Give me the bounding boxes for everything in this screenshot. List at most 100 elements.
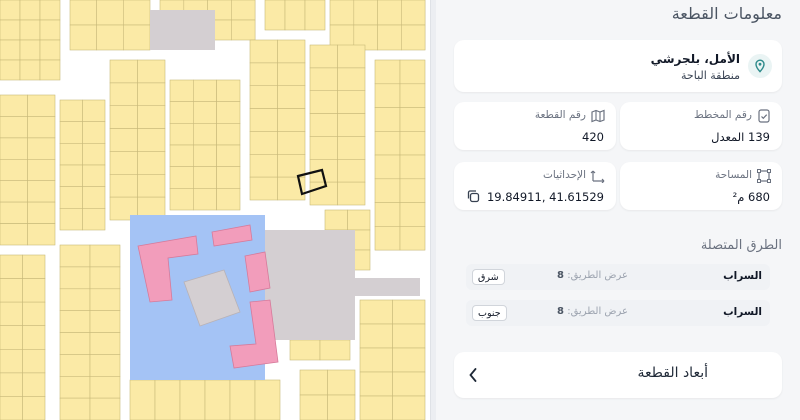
land-parcel[interactable] — [19, 59, 41, 81]
land-parcel[interactable] — [69, 24, 98, 51]
land-parcel[interactable] — [109, 151, 138, 175]
land-parcel[interactable] — [27, 116, 56, 139]
land-parcel[interactable] — [27, 137, 56, 160]
land-parcel[interactable] — [337, 113, 366, 137]
land-parcel[interactable] — [399, 107, 426, 132]
land-parcel[interactable] — [19, 0, 41, 21]
land-parcel[interactable] — [59, 164, 83, 188]
land-parcel[interactable] — [374, 178, 401, 203]
land-parcel[interactable] — [399, 83, 426, 108]
land-parcel[interactable] — [169, 123, 194, 146]
land-parcel[interactable] — [137, 128, 166, 152]
land-parcel[interactable] — [399, 59, 426, 85]
land-parcel[interactable] — [377, 0, 402, 26]
land-parcel[interactable] — [59, 208, 83, 231]
land-parcel[interactable] — [137, 59, 166, 84]
land-parcel[interactable] — [216, 79, 241, 103]
land-parcel[interactable] — [137, 105, 166, 129]
land-parcel[interactable] — [289, 339, 321, 361]
map-canvas[interactable] — [0, 0, 436, 420]
land-parcel[interactable] — [216, 144, 241, 168]
land-parcel[interactable] — [399, 226, 426, 251]
land-parcel[interactable] — [299, 369, 328, 396]
land-parcel[interactable] — [59, 266, 91, 290]
land-parcel[interactable] — [400, 0, 426, 26]
land-parcel[interactable] — [82, 99, 106, 123]
land-parcel[interactable] — [22, 325, 46, 350]
land-parcel[interactable] — [231, 0, 256, 21]
land-parcel[interactable] — [327, 369, 356, 396]
land-parcel[interactable] — [324, 209, 348, 231]
land-parcel[interactable] — [337, 159, 366, 183]
land-parcel[interactable] — [0, 301, 23, 327]
land-parcel[interactable] — [0, 59, 21, 81]
land-parcel[interactable] — [59, 354, 91, 377]
land-parcel[interactable] — [277, 62, 306, 87]
land-parcel[interactable] — [216, 166, 241, 189]
land-parcel[interactable] — [89, 354, 121, 377]
land-parcel[interactable] — [129, 379, 156, 420]
land-parcel[interactable] — [123, 24, 151, 51]
land-parcel[interactable] — [193, 166, 217, 189]
land-parcel[interactable] — [337, 90, 366, 114]
land-parcel[interactable] — [392, 371, 426, 397]
land-parcel[interactable] — [399, 202, 426, 227]
land-parcel[interactable] — [22, 301, 46, 327]
land-parcel[interactable] — [0, 159, 28, 182]
land-parcel[interactable] — [249, 176, 278, 201]
land-parcel[interactable] — [22, 396, 46, 420]
land-parcel[interactable] — [216, 188, 241, 211]
land-parcel[interactable] — [123, 0, 151, 26]
land-parcel[interactable] — [193, 79, 217, 103]
land-parcel[interactable] — [0, 278, 23, 303]
land-parcel[interactable] — [0, 94, 28, 117]
land-parcel[interactable] — [319, 339, 351, 361]
land-parcel[interactable] — [337, 136, 366, 160]
land-parcel[interactable] — [22, 254, 46, 279]
land-parcel[interactable] — [359, 299, 393, 325]
land-parcel[interactable] — [249, 62, 278, 87]
land-parcel[interactable] — [27, 180, 56, 203]
land-parcel[interactable] — [0, 201, 28, 224]
land-parcel[interactable] — [109, 82, 138, 107]
land-parcel[interactable] — [309, 44, 338, 69]
land-parcel[interactable] — [154, 379, 181, 420]
land-parcel[interactable] — [193, 123, 217, 146]
land-parcel[interactable] — [89, 332, 121, 355]
land-parcel[interactable] — [137, 151, 166, 175]
land-parcel[interactable] — [59, 186, 83, 209]
land-parcel[interactable] — [0, 223, 28, 246]
land-parcel[interactable] — [277, 108, 306, 132]
land-parcel[interactable] — [359, 395, 393, 420]
land-parcel[interactable] — [0, 325, 23, 350]
land-parcel[interactable] — [374, 154, 401, 180]
land-parcel[interactable] — [249, 154, 278, 178]
land-parcel[interactable] — [27, 201, 56, 224]
land-parcel[interactable] — [82, 121, 106, 144]
land-parcel[interactable] — [337, 67, 366, 92]
land-parcel[interactable] — [337, 181, 366, 206]
land-parcel[interactable] — [0, 180, 28, 203]
land-parcel[interactable] — [59, 143, 83, 166]
land-parcel[interactable] — [374, 59, 401, 85]
land-parcel[interactable] — [169, 101, 194, 124]
land-parcel[interactable] — [329, 0, 355, 26]
plot-dimensions-toggle[interactable]: أبعاد القطعة — [454, 352, 782, 398]
land-parcel[interactable] — [399, 131, 426, 156]
land-parcel[interactable] — [377, 24, 402, 51]
land-parcel[interactable] — [249, 108, 278, 132]
land-parcel[interactable] — [374, 131, 401, 156]
land-parcel[interactable] — [204, 379, 231, 420]
land-parcel[interactable] — [179, 379, 206, 420]
land-parcel[interactable] — [22, 372, 46, 397]
land-parcel[interactable] — [169, 188, 194, 211]
land-parcel[interactable] — [59, 121, 83, 144]
land-parcel[interactable] — [347, 209, 371, 231]
land-parcel[interactable] — [82, 164, 106, 188]
land-parcel[interactable] — [374, 107, 401, 132]
land-parcel[interactable] — [277, 39, 306, 64]
land-parcel[interactable] — [374, 202, 401, 227]
land-parcel[interactable] — [22, 348, 46, 374]
land-parcel[interactable] — [231, 19, 256, 41]
land-parcel[interactable] — [0, 254, 23, 279]
